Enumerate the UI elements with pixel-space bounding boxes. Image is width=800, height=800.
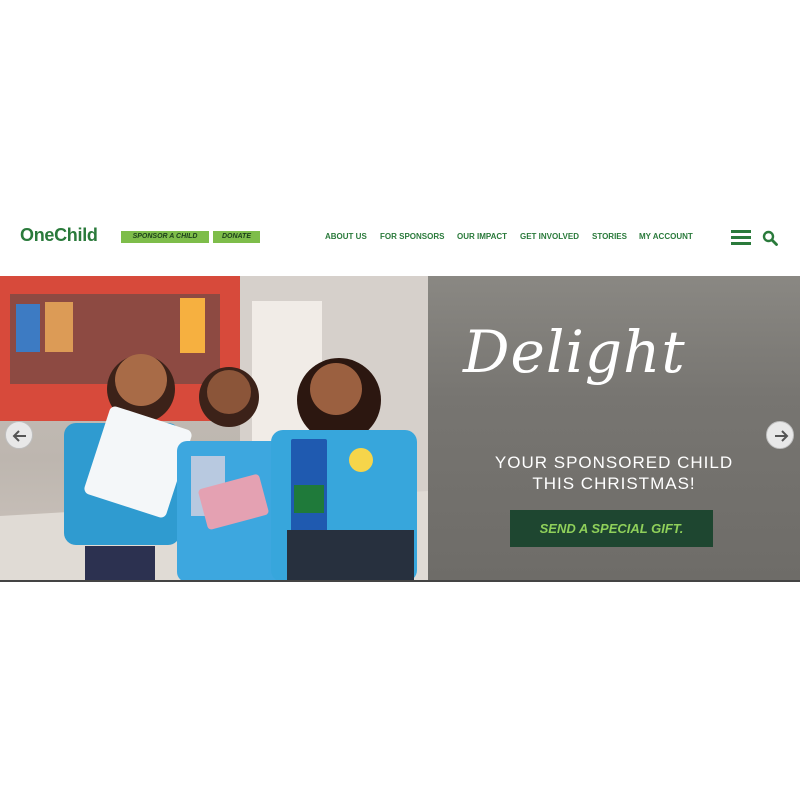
nav-for-sponsors[interactable]: FOR SPONSORS (380, 232, 444, 241)
site-header: OneChild SPONSOR A CHILD DONATE ABOUT US… (0, 214, 800, 262)
children-illustration (0, 276, 428, 582)
onechild-logo[interactable]: OneChild (20, 225, 98, 246)
hero-subline-1: YOUR SPONSORED CHILD (494, 453, 734, 472)
nav-my-account[interactable]: MY ACCOUNT (639, 232, 693, 241)
send-gift-button[interactable]: SEND A SPECIAL GIFT. (510, 510, 713, 547)
arrow-right-icon (775, 430, 789, 442)
carousel-prev-button[interactable] (5, 421, 33, 449)
children-photo (0, 276, 428, 582)
nav-stories[interactable]: STORIES (592, 232, 627, 241)
carousel-next-button[interactable] (766, 421, 794, 449)
nav-our-impact[interactable]: OUR IMPACT (457, 232, 507, 241)
sponsor-child-button[interactable]: SPONSOR A CHILD (121, 231, 209, 243)
donate-button[interactable]: DONATE (213, 231, 260, 243)
search-icon[interactable] (762, 230, 778, 246)
hero-headline: Delight (463, 318, 686, 386)
arrow-left-icon (12, 430, 26, 442)
hero-divider (0, 580, 800, 582)
nav-about-us[interactable]: ABOUT US (325, 232, 367, 241)
menu-icon[interactable] (731, 230, 751, 245)
nav-get-involved[interactable]: GET INVOLVED (520, 232, 579, 241)
hero-subline-2: THIS CHRISTMAS! (532, 474, 696, 493)
